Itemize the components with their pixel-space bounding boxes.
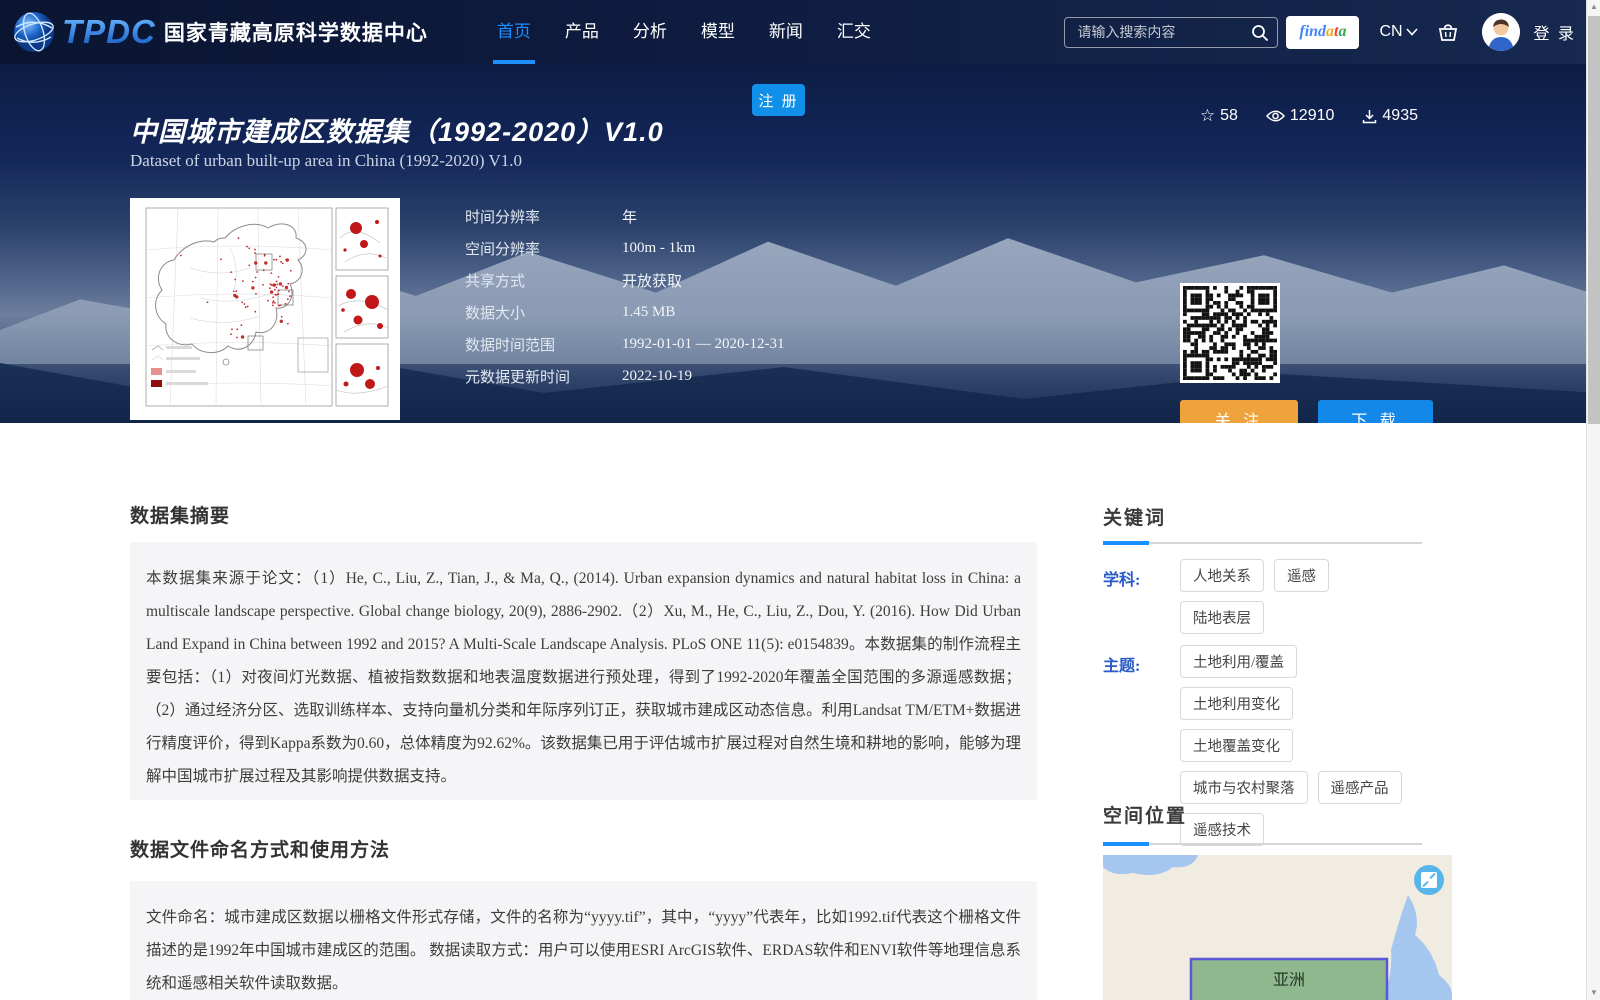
nav-right: findata CN 登 录 bbox=[1064, 13, 1576, 51]
metadata-table: 时间分辨率 年空间分辨率 100m - 1km 共享方式 开放获取数据大小 1.45 MB… bbox=[465, 200, 784, 392]
findata-button[interactable]: findata bbox=[1286, 15, 1360, 49]
meta-row: 数据时间范围 1992-01-01 — 2020-12-31 bbox=[465, 328, 784, 360]
keyword-group: 学科: 人地关系 遥感 陆地表层 bbox=[1103, 559, 1422, 643]
search-box bbox=[1064, 16, 1279, 48]
navbar: TPDC 国家青藏高原科学数据中心 首页产品分析模型新闻汇交 findata C… bbox=[0, 0, 1600, 64]
keyword-tag[interactable]: 人地关系 bbox=[1180, 559, 1264, 592]
dataset-subtitle-en: Dataset of urban built-up area in China … bbox=[130, 151, 523, 170]
usage-body: 文件命名：城市建成区数据以栅格文件形式存储，文件的名称为“yyyy.tif”，其… bbox=[130, 881, 1037, 1000]
map-fullscreen-button[interactable] bbox=[1414, 865, 1444, 895]
keywords-rule bbox=[1103, 541, 1422, 545]
favorite-count: 58 bbox=[1220, 107, 1238, 124]
meta-value: 1.45 MB bbox=[622, 303, 676, 320]
dataset-stats: ☆ 58 12910 4935 bbox=[1172, 106, 1418, 126]
keyword-group-label: 学科: bbox=[1103, 572, 1141, 589]
register-badge[interactable]: 注 册 bbox=[752, 84, 805, 116]
downloads-count: 4935 bbox=[1382, 107, 1418, 124]
location-heading: 空间位置 bbox=[1103, 806, 1188, 827]
location-map-canvas: 亚洲 bbox=[1103, 855, 1452, 1000]
china-urban-figure bbox=[130, 198, 400, 420]
keyword-tag[interactable]: 遥感 bbox=[1274, 559, 1329, 592]
search-input[interactable] bbox=[1065, 24, 1278, 40]
usage-heading: 数据文件命名方式和使用方法 bbox=[130, 840, 391, 861]
sidebar: 关键词 学科: 人地关系 遥感 陆地表层 主题: 土地利用/覆盖 土地利用变化 土地覆盖变化城… bbox=[1103, 423, 1452, 1000]
abstract-heading: 数据集摘要 bbox=[130, 506, 231, 527]
keyword-tag[interactable]: 遥感技术 bbox=[1180, 813, 1264, 846]
meta-label: 时间分辨率 bbox=[465, 208, 541, 226]
findata-letter: n bbox=[1309, 23, 1319, 40]
meta-value: 1992-01-01 — 2020-12-31 bbox=[622, 335, 785, 352]
location-rule bbox=[1103, 842, 1422, 846]
page-content: 数据集摘要 本数据集来源于论文：（1）He, C., Liu, Z., Tian… bbox=[0, 423, 1600, 1000]
keyword-tag[interactable]: 陆地表层 bbox=[1180, 601, 1264, 634]
language-switcher[interactable]: CN bbox=[1379, 23, 1418, 41]
download-button[interactable]: 下 载 bbox=[1318, 400, 1433, 423]
keyword-tag[interactable]: 遥感产品 bbox=[1317, 771, 1402, 804]
search-icon[interactable] bbox=[1250, 23, 1270, 43]
eye-icon bbox=[1265, 109, 1285, 123]
downloads-stat: 4935 bbox=[1362, 107, 1418, 125]
meta-label: 空间分辨率 bbox=[465, 240, 541, 258]
meta-row: 时间分辨率 年 bbox=[465, 200, 784, 232]
scrollbar-thumb[interactable] bbox=[1588, 16, 1600, 424]
globe-logo-icon bbox=[14, 12, 54, 52]
meta-label: 数据大小 bbox=[465, 304, 526, 322]
meta-row: 数据大小 1.45 MB bbox=[465, 296, 784, 328]
brand-logo[interactable]: TPDC 国家青藏高原科学数据中心 bbox=[10, 8, 428, 56]
meta-row: 空间分辨率 100m - 1km bbox=[465, 232, 784, 264]
hero-banner: 注 册 中国城市建成区数据集（1992-2020）V1.0 Dataset of… bbox=[0, 64, 1600, 423]
meta-label: 数据时间范围 bbox=[465, 336, 556, 354]
nav-item-1[interactable]: 产品 bbox=[565, 0, 599, 64]
language-label: CN bbox=[1379, 23, 1403, 40]
nav-item-5[interactable]: 汇交 bbox=[837, 0, 871, 64]
keyword-tag[interactable]: 城市与农村聚落 bbox=[1180, 771, 1308, 804]
nav-item-2[interactable]: 分析 bbox=[633, 0, 667, 64]
star-icon: ☆ bbox=[1199, 106, 1216, 125]
login-button[interactable]: 登 录 bbox=[1534, 20, 1576, 44]
meta-value: 2022-10-19 bbox=[622, 367, 692, 384]
meta-label: 共享方式 bbox=[465, 272, 526, 290]
findata-letter: d bbox=[1318, 23, 1327, 40]
nav-item-0[interactable]: 首页 bbox=[492, 0, 535, 64]
favorite-stat[interactable]: ☆ 58 bbox=[1200, 106, 1238, 126]
follow-button[interactable]: 关 注 bbox=[1180, 400, 1298, 423]
nav-menu: 首页 产品 分析 模型 新闻 汇交 bbox=[480, 0, 888, 64]
keyword-tag[interactable]: 土地覆盖变化 bbox=[1180, 729, 1293, 762]
scrollbar-down-arrow[interactable]: ▼ bbox=[1587, 986, 1600, 1000]
nav-item-3[interactable]: 模型 bbox=[701, 0, 735, 64]
nav-item-4[interactable]: 新闻 bbox=[769, 0, 803, 64]
meta-label: 元数据更新时间 bbox=[465, 368, 571, 386]
location-map[interactable]: 亚洲 bbox=[1103, 855, 1452, 1000]
meta-value: 年 bbox=[622, 209, 638, 226]
qr-code bbox=[1180, 283, 1280, 383]
views-stat: 12910 bbox=[1265, 107, 1335, 125]
fullscreen-icon bbox=[1421, 872, 1437, 888]
avatar[interactable] bbox=[1481, 13, 1520, 51]
brand-name: 国家青藏高原科学数据中心 bbox=[163, 22, 428, 45]
views-count: 12910 bbox=[1289, 107, 1335, 124]
keyword-tag[interactable]: 土地利用/覆盖 bbox=[1180, 645, 1298, 678]
scrollbar-up-arrow[interactable]: ▲ bbox=[1587, 0, 1600, 14]
download-count-icon bbox=[1362, 109, 1377, 124]
abstract-body: 本数据集来源于论文：（1）He, C., Liu, Z., Tian, J., … bbox=[130, 542, 1037, 800]
meta-value: 100m - 1km bbox=[622, 239, 696, 256]
map-region-label: 亚洲 bbox=[1273, 972, 1305, 989]
meta-row: 元数据更新时间 2022-10-19 bbox=[465, 360, 784, 392]
cart-icon[interactable] bbox=[1436, 20, 1460, 44]
chevron-down-icon bbox=[1405, 28, 1418, 36]
keyword-tags: 人地关系 遥感 陆地表层 bbox=[1180, 559, 1422, 643]
findata-letter: a bbox=[1326, 23, 1335, 40]
findata-letter: a bbox=[1338, 23, 1347, 40]
keyword-tag[interactable]: 土地利用变化 bbox=[1180, 687, 1293, 720]
meta-row: 共享方式 开放获取 bbox=[465, 264, 784, 296]
keywords-heading: 关键词 bbox=[1103, 508, 1167, 529]
brand-acronym: TPDC bbox=[62, 13, 156, 50]
dataset-thumbnail-map[interactable] bbox=[130, 198, 400, 420]
page-scrollbar[interactable]: ▲ ▼ bbox=[1586, 0, 1600, 1000]
avatar-image bbox=[1481, 13, 1520, 51]
dataset-title: 中国城市建成区数据集（1992-2020）V1.0 bbox=[130, 117, 664, 147]
keyword-tags: 土地利用/覆盖 土地利用变化 土地覆盖变化 城市与农村聚落 遥感产品遥感技术 bbox=[1180, 645, 1422, 855]
meta-value: 开放获取 bbox=[622, 273, 683, 290]
